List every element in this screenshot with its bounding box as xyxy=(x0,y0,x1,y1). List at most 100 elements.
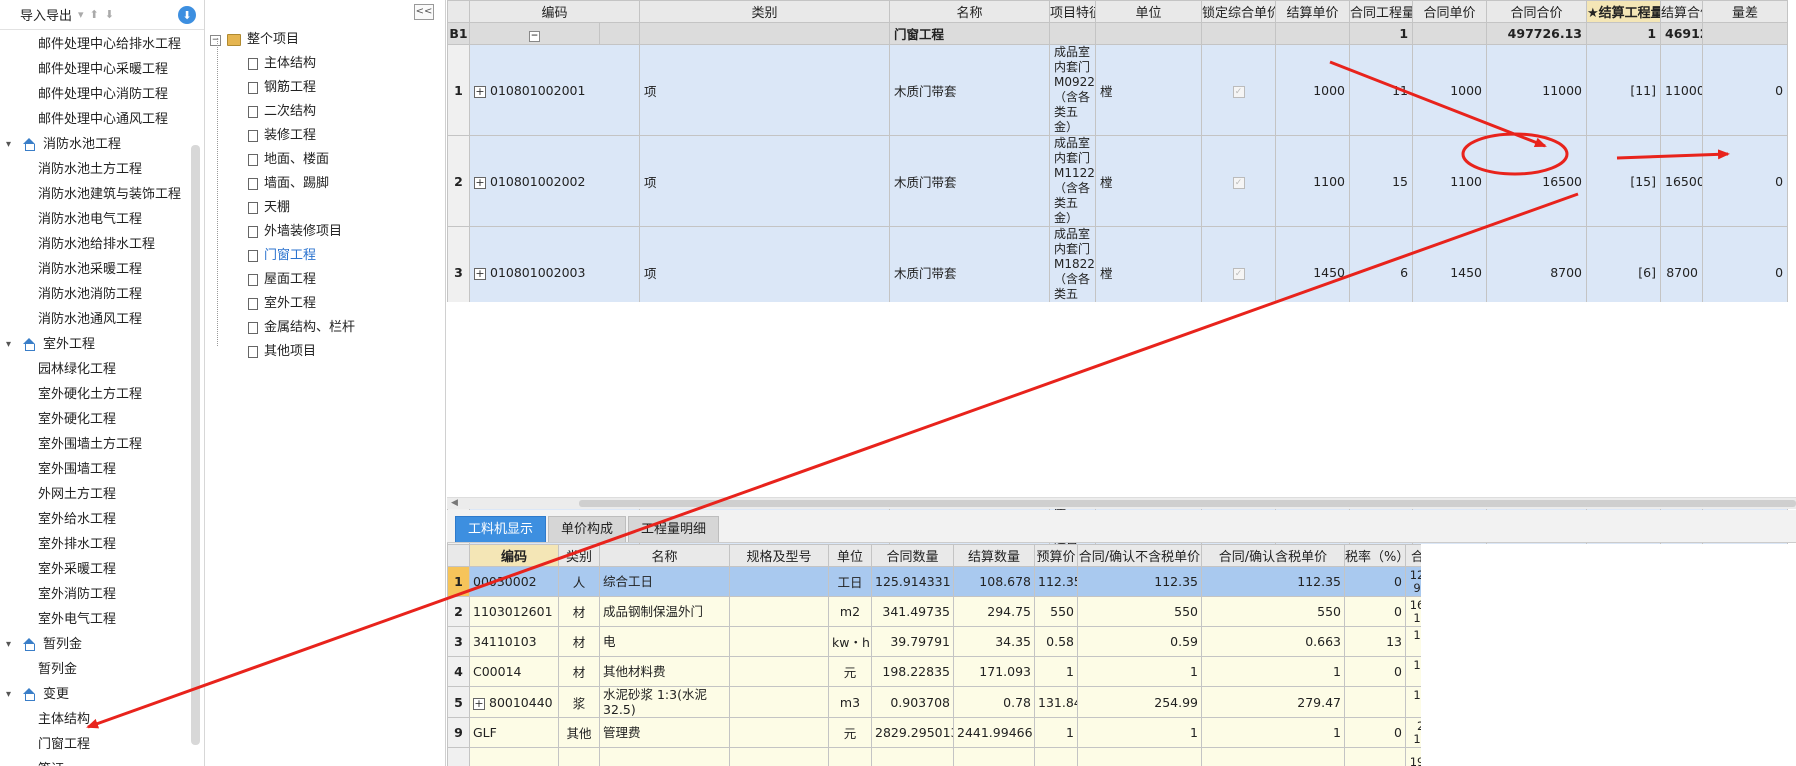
tax-rate-cell[interactable]: 0 xyxy=(1344,596,1406,627)
code-cell[interactable]: GLF xyxy=(469,717,559,748)
budget-price-cell[interactable]: 550 xyxy=(1034,596,1078,627)
price-with-tax-cell[interactable]: 1 xyxy=(1201,656,1345,687)
column-header[interactable]: 合同合价 xyxy=(1486,0,1588,23)
price-with-tax-cell[interactable]: 112.35 xyxy=(1201,566,1345,597)
tree-leaf-node[interactable]: 暂列金 xyxy=(0,657,190,682)
code-cell[interactable]: +010801002002 xyxy=(468,135,641,227)
settle-price-cell[interactable]: 1000 xyxy=(1275,44,1351,136)
tab-3[interactable]: 工程量明细 xyxy=(628,516,720,542)
column-header[interactable]: 合同工程量 xyxy=(1349,0,1414,23)
tree-leaf-node[interactable]: 室外围墙工程 xyxy=(0,457,190,482)
spec-cell[interactable] xyxy=(729,596,829,627)
column-header[interactable]: 合同/确认不含税单价 xyxy=(1077,544,1202,567)
dropdown-caret-icon[interactable]: ▾ xyxy=(78,8,84,21)
name-cell[interactable]: 木质门带套 xyxy=(889,44,1051,136)
category-node[interactable]: 二次结构 xyxy=(206,100,446,124)
collapse-cell[interactable]: − xyxy=(469,22,600,45)
download-icon[interactable]: ⬇ xyxy=(178,6,196,24)
tree-leaf-node[interactable]: 邮件处理中心消防工程 xyxy=(0,82,190,107)
unit-cell[interactable] xyxy=(1095,22,1203,45)
price-no-tax-cell[interactable]: 1 xyxy=(1077,656,1202,687)
code-cell[interactable]: 1103012601 xyxy=(469,596,559,627)
settle-price-cell[interactable] xyxy=(1275,22,1351,45)
tab-2[interactable]: 单价构成 xyxy=(548,516,627,542)
tree-leaf-node[interactable]: 室外硬化土方工程 xyxy=(0,382,190,407)
left-scrollbar[interactable] xyxy=(191,145,200,745)
resource-row[interactable]: 5 +80010440 浆水泥砂浆 1:3(水泥32.5) m3 0.903708 0.7… xyxy=(447,686,1443,718)
budget-price-cell[interactable]: 112.35 xyxy=(1034,566,1078,597)
spec-cell[interactable] xyxy=(729,626,829,657)
lock-cell[interactable] xyxy=(1201,22,1277,45)
contract-qty-cell[interactable]: 1 xyxy=(1349,22,1414,45)
column-header[interactable]: 结算单价 xyxy=(1275,0,1351,23)
category-node[interactable]: 门窗工程 xyxy=(206,244,446,268)
contract-price-cell[interactable]: 1000 xyxy=(1412,44,1488,136)
expand-caret-icon[interactable]: ▾ xyxy=(6,682,16,707)
name-cell[interactable]: 综合工日 xyxy=(599,566,730,597)
tree-leaf-node[interactable]: 室外排水工程 xyxy=(0,532,190,557)
settle-qty-cell[interactable]: 1 xyxy=(1586,22,1662,45)
column-header[interactable]: 规格及型号 xyxy=(729,544,829,567)
contract-price-cell[interactable] xyxy=(1412,22,1488,45)
code-cell[interactable]: C00014 xyxy=(469,656,559,687)
category-node[interactable]: 天棚 xyxy=(206,196,446,220)
tree-leaf-node[interactable]: 消防水池消防工程 xyxy=(0,282,190,307)
tree-leaf-node[interactable]: 消防水池建筑与装饰工程 xyxy=(0,182,190,207)
checkbox[interactable]: ✓ xyxy=(1232,268,1245,280)
tab-1[interactable]: 工料机显示 xyxy=(455,516,547,542)
tree-leaf-node[interactable]: 门窗工程 xyxy=(0,732,190,757)
collapse-node-icon[interactable]: − xyxy=(529,30,540,42)
move-up-icon[interactable]: ⬆ xyxy=(90,8,99,21)
tree-group-node[interactable]: ▾ 室外工程 xyxy=(0,332,190,357)
resource-row[interactable]: 1953 xyxy=(447,747,1443,766)
price-with-tax-cell[interactable]: 550 xyxy=(1201,596,1345,627)
column-header[interactable]: 单位 xyxy=(828,544,872,567)
budget-price-cell[interactable]: 131.84 xyxy=(1034,686,1078,718)
type-cell[interactable] xyxy=(639,22,891,45)
column-header[interactable]: ★结算工程量 xyxy=(1586,0,1662,23)
spec-cell[interactable] xyxy=(729,717,829,748)
collapse-panel-button[interactable]: << xyxy=(414,4,434,20)
code-cell[interactable] xyxy=(469,747,559,766)
horizontal-scrollbar[interactable]: ◀ xyxy=(447,497,1796,509)
expand-caret-icon[interactable]: ▾ xyxy=(6,632,16,657)
name-cell[interactable]: 成品钢制保温外门 xyxy=(599,596,730,627)
code-cell[interactable]: +80010440 xyxy=(469,686,559,718)
price-with-tax-cell[interactable] xyxy=(1201,747,1345,766)
category-node[interactable]: 装修工程 xyxy=(206,124,446,148)
budget-price-cell[interactable]: 0.58 xyxy=(1034,626,1078,657)
feature-cell[interactable] xyxy=(1049,22,1097,45)
tax-rate-cell[interactable]: 0 xyxy=(1344,656,1406,687)
column-header[interactable]: 编码 xyxy=(469,544,559,567)
expand-row-icon[interactable]: + xyxy=(474,267,486,280)
unit-cell[interactable]: 樘 xyxy=(1095,44,1203,136)
settle-qty-cell[interactable]: [15] xyxy=(1586,135,1662,227)
lock-price-cell[interactable]: ✓ xyxy=(1201,44,1277,136)
name-cell[interactable]: 管理费 xyxy=(599,717,730,748)
tree-leaf-node[interactable]: 室外围墙土方工程 xyxy=(0,432,190,457)
category-node[interactable]: 墙面、踢脚 xyxy=(206,172,446,196)
tree-leaf-node[interactable]: 室外采暖工程 xyxy=(0,557,190,582)
name-cell[interactable] xyxy=(599,747,730,766)
tree-root[interactable]: − 整个项目 xyxy=(206,28,446,52)
settle-qty-cell[interactable]: [11] xyxy=(1586,44,1662,136)
code-cell[interactable]: 34110103 xyxy=(469,626,559,657)
name-cell[interactable]: 水泥砂浆 1:3(水泥32.5) xyxy=(599,686,730,718)
price-no-tax-cell[interactable]: 550 xyxy=(1077,596,1202,627)
tree-leaf-node[interactable]: 消防水池通风工程 xyxy=(0,307,190,332)
bill-item-row[interactable]: 1 +010801002001 项木质门带套 成品室内套门M0922（含各类五金）樘 ✓… xyxy=(447,44,1789,136)
code-cell[interactable]: +010801002001 xyxy=(468,44,641,136)
settle-total-cell[interactable]: 469125.79 xyxy=(1660,22,1704,45)
tree-group-node[interactable]: ▾ 变更 xyxy=(0,682,190,707)
price-with-tax-cell[interactable]: 279.47 xyxy=(1201,686,1345,718)
tax-rate-cell[interactable]: 13 xyxy=(1344,626,1406,657)
tree-leaf-node[interactable]: 室外给水工程 xyxy=(0,507,190,532)
tree-leaf-node[interactable]: 主体结构 xyxy=(0,707,190,732)
column-header[interactable]: 量差 xyxy=(1702,0,1789,23)
price-with-tax-cell[interactable]: 1 xyxy=(1201,717,1345,748)
expand-caret-icon[interactable]: ▾ xyxy=(6,132,16,157)
category-node[interactable]: 其他项目 xyxy=(206,340,446,364)
column-header[interactable]: 项目特征 xyxy=(1049,0,1097,23)
expand-caret-icon[interactable]: ▾ xyxy=(6,332,16,357)
tree-leaf-node[interactable]: 园林绿化工程 xyxy=(0,357,190,382)
